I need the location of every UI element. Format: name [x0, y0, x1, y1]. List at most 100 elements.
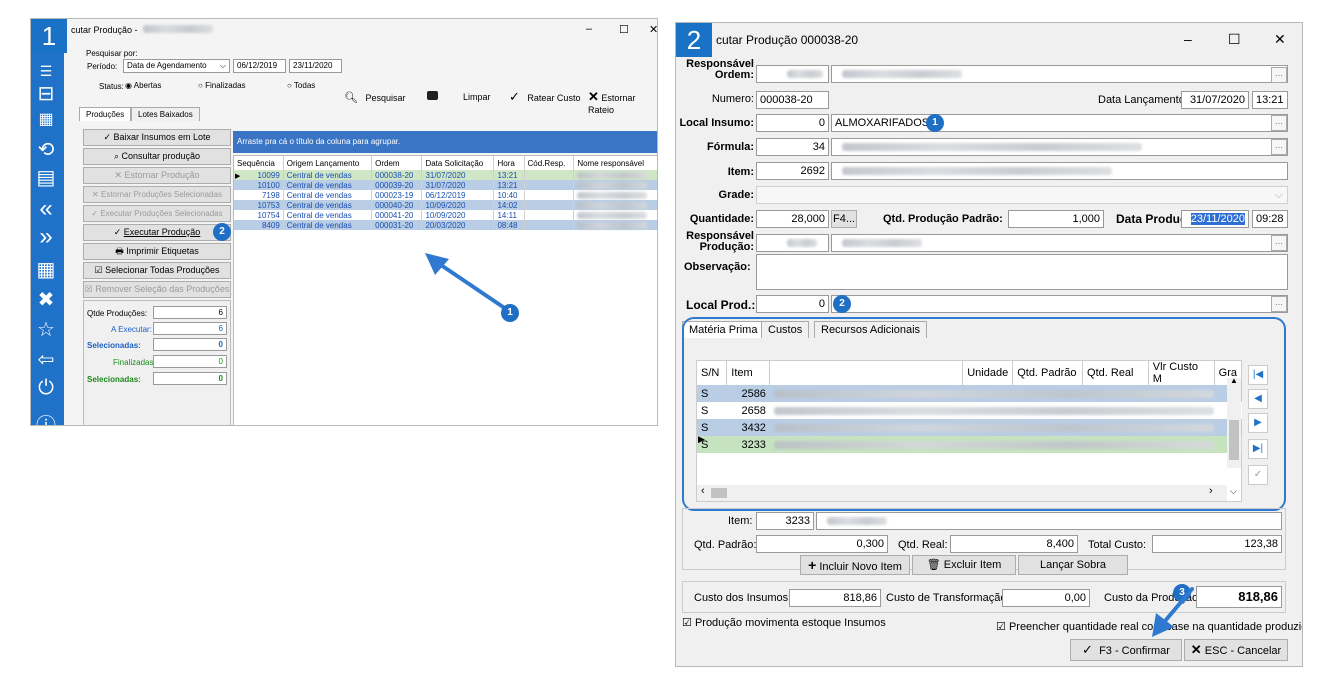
power-icon[interactable]: ⏻ — [31, 377, 61, 400]
calendar-icon[interactable]: ▤ — [31, 165, 61, 190]
remover-selecao-button[interactable]: ☒ Remover Seleção das Produções — [83, 281, 231, 298]
custo-transformacao-label: Custo de Transformação: — [886, 592, 1010, 604]
movimenta-estoque-checkbox[interactable]: ☑ Produção movimenta estoque Insumos — [682, 616, 886, 629]
lancar-sobra-button[interactable]: Lançar Sobra — [1018, 555, 1128, 575]
step-number: 2 — [676, 23, 712, 57]
radio-todas[interactable]: ○ Todas — [287, 81, 315, 90]
radio-abertas[interactable]: ◉ Abertas — [125, 81, 161, 90]
column-header[interactable]: Ordem — [371, 156, 423, 170]
confirmar-button[interactable]: ✓ F3 - Confirmar — [1070, 639, 1182, 661]
executar-selecionadas-button[interactable]: ✓ Executar Produções Selecionadas — [83, 205, 231, 222]
local-prod-code[interactable]: 0 — [756, 295, 829, 313]
minimize-button[interactable]: – — [586, 23, 592, 35]
estornar-label: Estornar Produção — [124, 170, 200, 180]
minimize-button[interactable]: – — [1184, 31, 1192, 47]
ellipsis-button[interactable]: … — [1271, 235, 1287, 251]
info-icon[interactable]: ⓘ — [31, 409, 61, 425]
tools-icon[interactable]: ✖ — [31, 287, 61, 312]
estornar-selecionadas-button[interactable]: ✕ Estornar Produções Selecionadas — [83, 186, 231, 203]
clear-button[interactable]: Limpar — [427, 91, 491, 102]
table-row[interactable]: 10100 Central de vendas 000039-20 31/07/… — [234, 180, 657, 190]
incluir-item-button[interactable]: + Incluir Novo Item — [800, 555, 910, 575]
qtd-real-field[interactable]: 8,400 — [950, 535, 1078, 553]
local-insumo-code[interactable]: 0 — [756, 114, 829, 132]
selecionar-todas-button[interactable]: ☑ Selecionar Todas Produções — [83, 262, 231, 279]
quantidade-field[interactable]: 28,000 — [756, 210, 829, 228]
f4-button[interactable]: F4... — [831, 210, 857, 228]
double-left-icon[interactable]: « — [31, 195, 61, 223]
double-right-icon[interactable]: » — [31, 223, 61, 251]
table-row[interactable]: 10753 Central de vendas 000040-20 10/09/… — [234, 200, 657, 210]
maximize-button[interactable]: ☐ — [1228, 31, 1241, 48]
ellipsis-button[interactable]: … — [1271, 296, 1287, 312]
column-header[interactable]: Hora — [493, 156, 525, 170]
refresh-icon[interactable]: ⟲ — [31, 137, 61, 162]
search-button[interactable]: 🔍︎ Pesquisar — [344, 91, 406, 104]
star-icon[interactable]: ☆ — [31, 317, 61, 342]
calculator-icon[interactable]: ▦ — [31, 257, 61, 282]
column-header[interactable]: Origem Lançamento — [283, 156, 373, 170]
tab-lotes-baixados[interactable]: Lotes Baixados — [131, 107, 200, 121]
formula-name — [831, 138, 1288, 156]
estornar-rateio-button[interactable]: ✕ Estornar Rateio — [588, 89, 657, 115]
item-field[interactable]: 2692 — [756, 162, 829, 180]
cancelar-button[interactable]: ✕ ESC - Cancelar — [1184, 639, 1288, 661]
column-header[interactable]: Sequência — [234, 156, 284, 170]
table-row[interactable]: 7198 Central de vendas 000023-19 06/12/2… — [234, 190, 657, 200]
tab-producoes[interactable]: Produções — [79, 107, 132, 121]
table-row[interactable]: 8409 Central de vendas 000031-20 20/03/2… — [234, 220, 657, 230]
ratear-custo-button[interactable]: ✓ Ratear Custo — [509, 89, 580, 105]
date-from-input[interactable]: 06/12/2019 — [233, 59, 286, 73]
observacao-field[interactable] — [756, 254, 1288, 290]
ellipsis-button[interactable]: … — [1271, 139, 1287, 155]
window-icon[interactable]: ⊟ — [31, 81, 61, 106]
column-header[interactable]: Nome responsável — [573, 156, 657, 170]
row-origem: Central de vendas — [283, 190, 373, 200]
logout-icon[interactable]: ⇦ — [31, 347, 61, 372]
clear-button-label: Limpar — [463, 92, 491, 102]
ellipsis-button[interactable]: … — [1271, 115, 1287, 131]
column-header[interactable]: Cód.Resp. — [524, 156, 575, 170]
table-row[interactable]: 10099 Central de vendas 000038-20 31/07/… — [234, 170, 657, 180]
grade-select[interactable]: ⌵ — [756, 186, 1288, 204]
grid-icon[interactable]: ▦ — [31, 109, 61, 129]
formula-field[interactable]: 34 — [756, 138, 829, 156]
a-executar-value: 6 — [153, 322, 227, 335]
responsavel-producao-code[interactable] — [756, 234, 829, 252]
column-header[interactable]: Data Solicitação — [421, 156, 495, 170]
close-button[interactable]: ✕ — [649, 23, 657, 36]
row-ordem: 000039-20 — [371, 180, 423, 190]
data-producao-field[interactable]: 23/11/2020 — [1181, 210, 1249, 228]
incluir-item-label: Incluir Novo Item — [819, 561, 902, 573]
close-button[interactable]: ✕ — [1274, 31, 1286, 48]
period-select[interactable]: Data de Agendamento ⌵ — [123, 59, 230, 73]
ellipsis-button[interactable]: … — [1271, 67, 1287, 83]
radio-unchecked-icon: ○ — [287, 81, 292, 90]
table-row[interactable]: 10754 Central de vendas 000041-20 10/09/… — [234, 210, 657, 220]
baixar-insumos-label: Baixar Insumos em Lote — [113, 132, 211, 142]
checkbox-checked-icon: ☑ — [682, 617, 692, 629]
menu-icon[interactable]: ☰ — [31, 63, 61, 80]
item-detail-field[interactable]: 3233 — [756, 512, 814, 530]
responsavel-ordem-name — [831, 65, 1288, 83]
clear-icon — [427, 91, 438, 100]
imprimir-etiquetas-button[interactable]: 🖶︎ Imprimir Etiquetas — [83, 243, 231, 260]
step-badge-local-prod: 2 — [833, 295, 851, 313]
executar-producao-button[interactable]: ✓ Executar Produção — [83, 224, 231, 241]
selecionar-todas-label: Selecionar Todas Produções — [105, 265, 220, 275]
step-number: 1 — [31, 19, 67, 53]
excluir-item-button[interactable]: 🗑︎ Excluir Item — [912, 555, 1016, 575]
date-to-input[interactable]: 23/11/2020 — [289, 59, 342, 73]
imprimir-label: Imprimir Etiquetas — [126, 246, 199, 256]
estornar-producao-button[interactable]: ✕ Estornar Produção — [83, 167, 231, 184]
row-hora: 10:40 — [493, 190, 525, 200]
consultar-producao-button[interactable]: ⌕ Consultar produção — [83, 148, 231, 165]
baixar-insumos-button[interactable]: ✓ Baixar Insumos em Lote — [83, 129, 231, 146]
hora-producao-field[interactable]: 09:28 — [1252, 210, 1288, 228]
printer-icon: 🖶︎ — [115, 246, 124, 256]
item-label: Item: — [727, 166, 754, 178]
row-hora: 13:21 — [493, 170, 525, 180]
title-blurred — [143, 25, 213, 33]
radio-finalizadas[interactable]: ○ Finalizadas — [198, 81, 246, 90]
maximize-button[interactable]: ☐ — [619, 23, 629, 36]
